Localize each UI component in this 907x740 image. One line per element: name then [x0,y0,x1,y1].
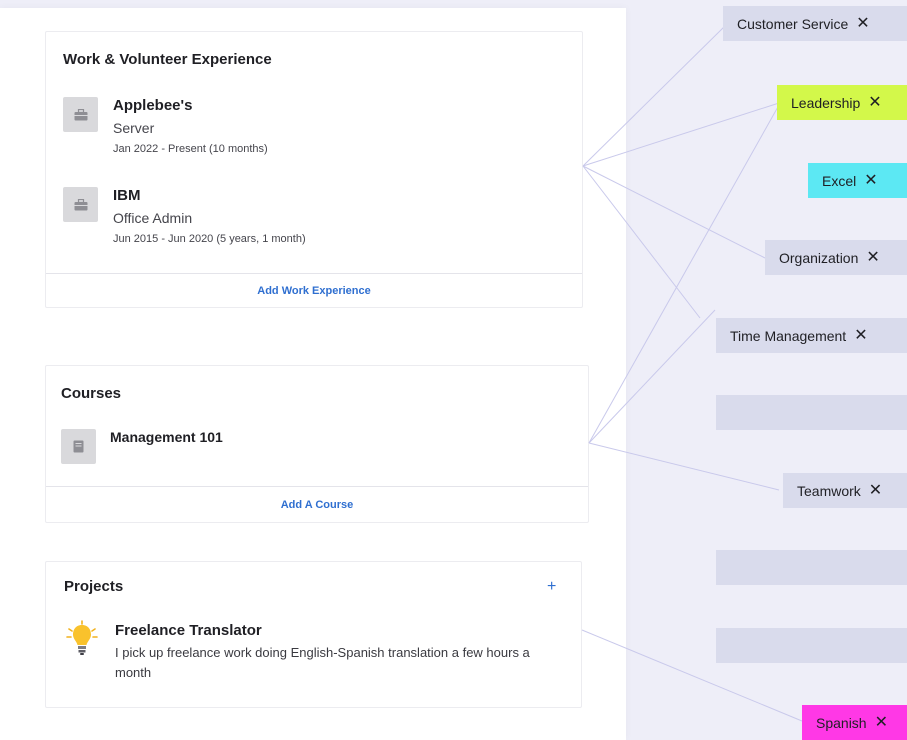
skill-tag[interactable]: Customer Service ✕ [723,6,907,41]
skill-tag-label: Leadership [791,94,861,111]
skill-tag-label: Customer Service [737,15,849,32]
skill-tag-empty[interactable] [716,395,907,430]
skill-tag[interactable]: Leadership ✕ [777,85,907,120]
close-icon[interactable]: ✕ [875,714,888,731]
skill-tag-empty[interactable] [716,550,907,585]
skill-tag[interactable]: Spanish ✕ [802,705,907,740]
close-icon[interactable]: ✕ [854,327,867,344]
skill-tag-label: Teamwork [797,482,861,499]
skill-tag[interactable]: Excel ✕ [808,163,907,198]
close-icon[interactable]: ✕ [864,172,877,189]
close-icon[interactable]: ✕ [866,249,879,266]
skill-tag-empty[interactable] [716,628,907,663]
close-icon[interactable]: ✕ [856,15,869,32]
skill-tag-label: Spanish [816,714,867,731]
skill-tag[interactable]: Teamwork ✕ [783,473,907,508]
skill-tag-label: Time Management [730,327,847,344]
close-icon[interactable]: ✕ [868,94,881,111]
skill-tag-label: Excel [822,172,857,189]
skill-tag[interactable]: Organization ✕ [765,240,907,275]
skill-tag[interactable]: Time Management ✕ [716,318,907,353]
close-icon[interactable]: ✕ [869,482,882,499]
skill-tag-label: Organization [779,249,859,266]
